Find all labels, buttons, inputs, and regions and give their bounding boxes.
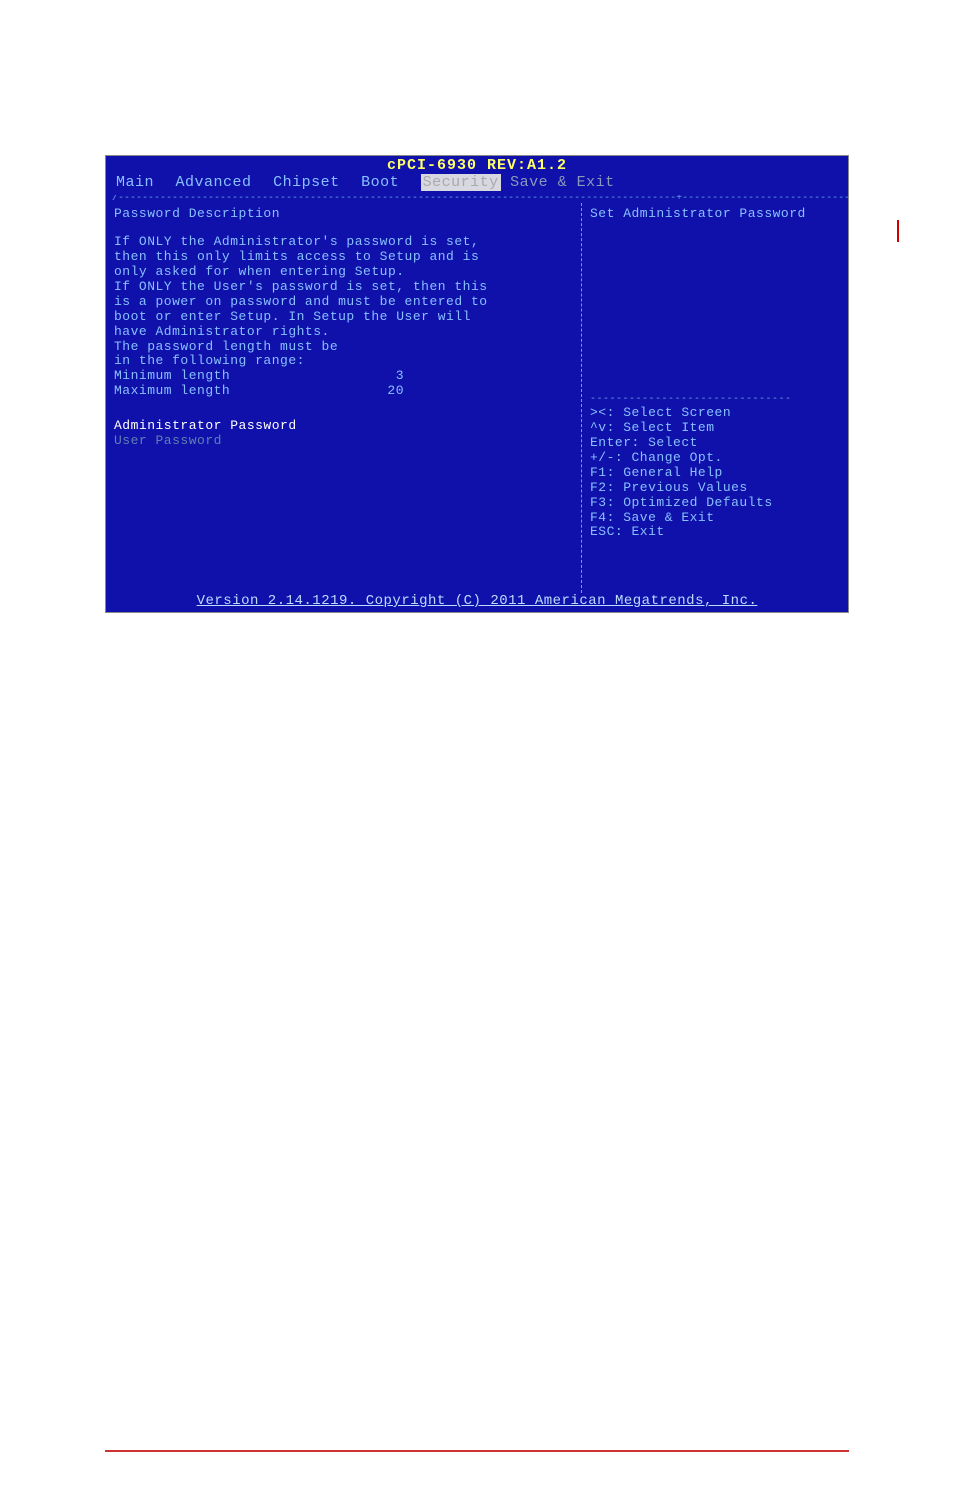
desc-line: If ONLY the User's password is set, then… [114,280,573,295]
max-length-label: Maximum length [114,384,364,399]
bios-title: cPCI-6930 REV:A1.2 [106,156,848,174]
min-length-row: Minimum length 3 [114,369,573,384]
menu-save-exit[interactable]: Save & Exit [510,174,615,191]
desc-line: only asked for when entering Setup. [114,265,573,280]
min-length-label: Minimum length [114,369,364,384]
cursor-marker [897,220,899,242]
hint-line: F4: Save & Exit [590,511,840,526]
right-pane: Set Administrator Password -------------… [582,203,848,593]
bios-screenshot: cPCI-6930 REV:A1.2 Main Advanced Chipset… [105,155,849,613]
menu-chipset[interactable]: Chipset [273,174,340,191]
administrator-password-item[interactable]: Administrator Password [114,419,573,434]
hint-line: ^v: Select Item [590,421,840,436]
bios-footer: Version 2.14.1219. Copyright (C) 2011 Am… [106,593,848,612]
hint-line: F2: Previous Values [590,481,840,496]
hint-line: ><: Select Screen [590,406,840,421]
page-footer-rule [105,1450,849,1452]
right-divider: ------------------------------- [590,396,840,404]
hint-line: ESC: Exit [590,525,840,540]
min-length-value: 3 [364,369,404,384]
hint-line: F3: Optimized Defaults [590,496,840,511]
menu-security[interactable]: Security [421,174,501,191]
desc-line: The password length must be [114,340,573,355]
menu-boot[interactable]: Boot [361,174,399,191]
desc-line: boot or enter Setup. In Setup the User w… [114,310,573,325]
desc-line: in the following range: [114,354,573,369]
menu-main[interactable]: Main [116,174,154,191]
section-title: Password Description [114,207,573,222]
max-length-value: 20 [364,384,404,399]
help-text: Set Administrator Password [590,207,840,222]
max-length-row: Maximum length 20 [114,384,573,399]
desc-line: If ONLY the Administrator's password is … [114,235,573,250]
desc-line: have Administrator rights. [114,325,573,340]
hint-line: +/-: Change Opt. [590,451,840,466]
user-password-item[interactable]: User Password [114,434,573,449]
menu-advanced[interactable]: Advanced [176,174,252,191]
left-pane: Password Description If ONLY the Adminis… [106,203,582,593]
top-divider: /---------------------------------------… [106,195,848,203]
desc-line: then this only limits access to Setup an… [114,250,573,265]
bios-menu-bar: Main Advanced Chipset Boot Security Save… [106,174,848,195]
desc-line: is a power on password and must be enter… [114,295,573,310]
hint-line: Enter: Select [590,436,840,451]
hint-line: F1: General Help [590,466,840,481]
bios-body: Password Description If ONLY the Adminis… [106,203,848,593]
